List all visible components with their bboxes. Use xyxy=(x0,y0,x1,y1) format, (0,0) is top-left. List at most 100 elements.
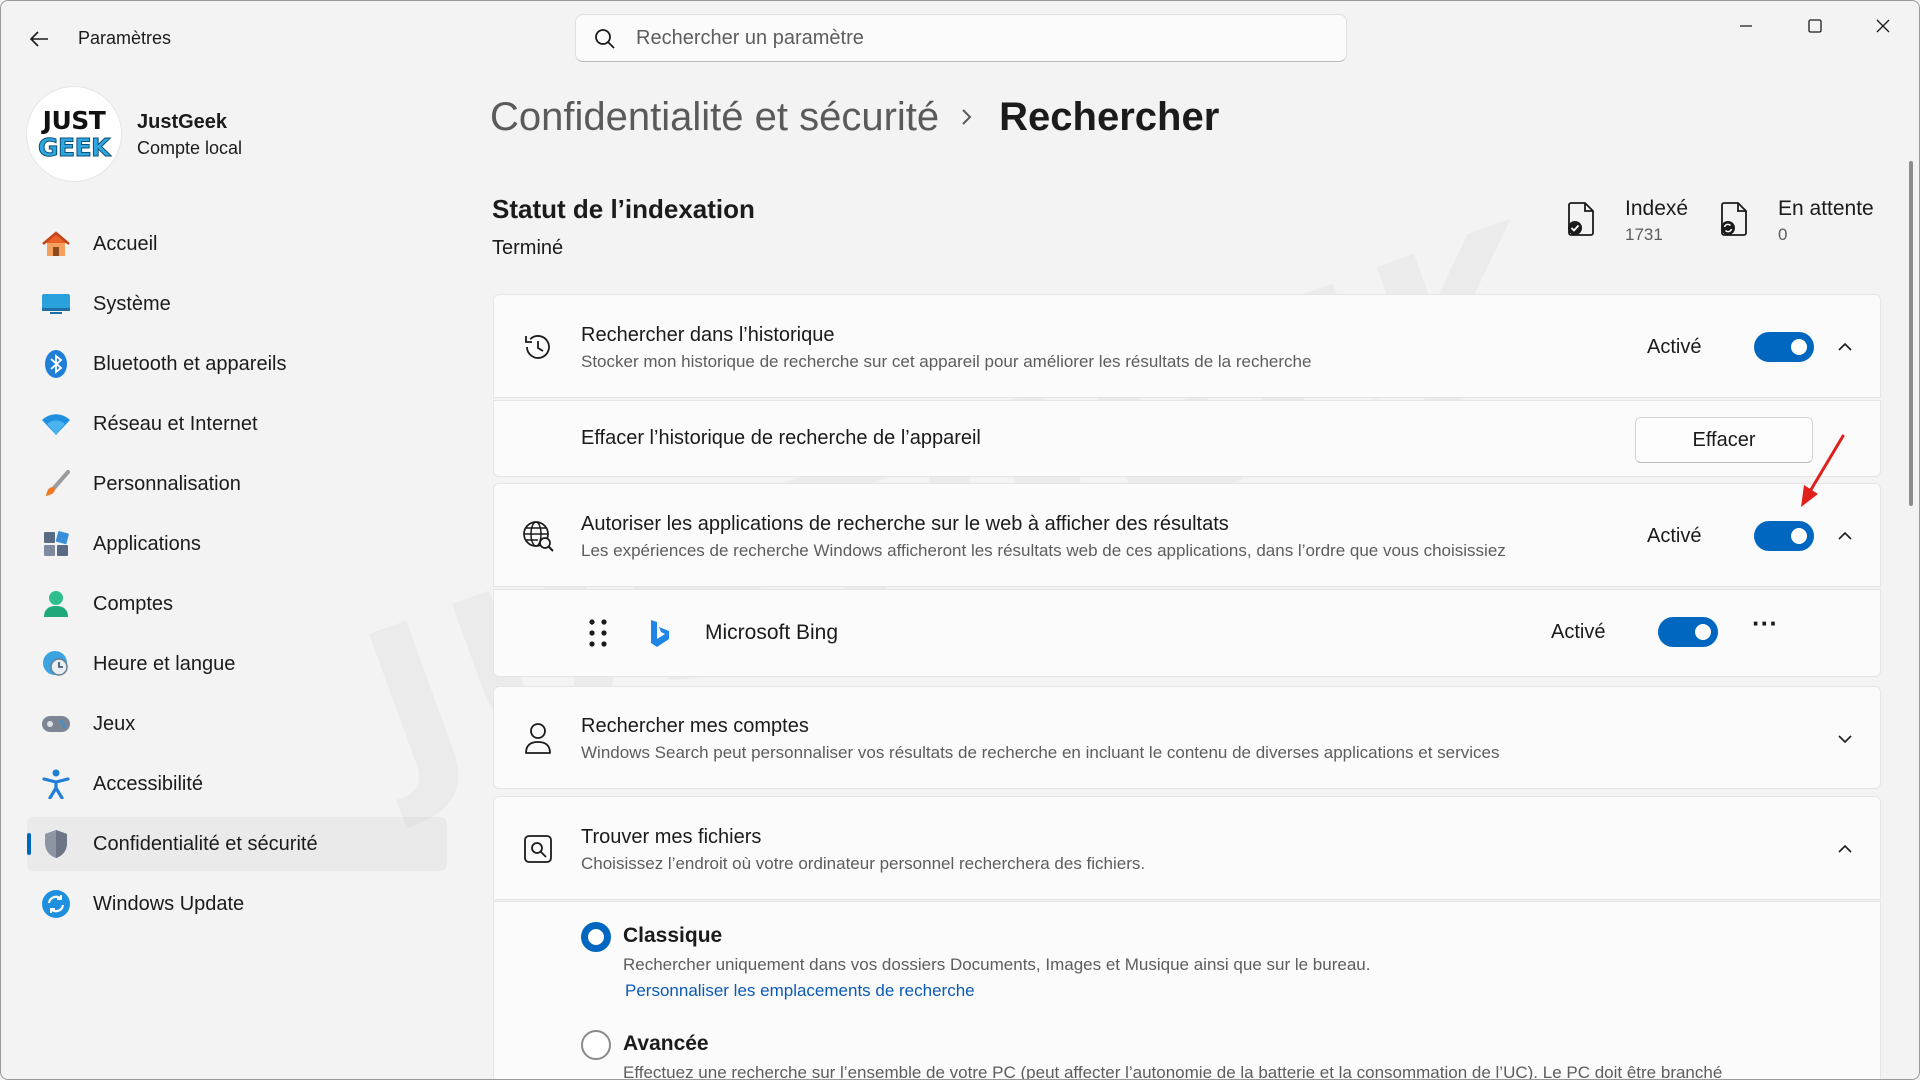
sidebar-item-applications[interactable]: Applications xyxy=(27,517,447,571)
drag-handle-icon[interactable] xyxy=(588,618,608,653)
history-description: Stocker mon historique de recherche sur … xyxy=(581,352,1312,371)
minimize-icon xyxy=(1740,25,1752,27)
sidebar-item-label: Heure et langue xyxy=(93,652,236,675)
folder-search-icon xyxy=(520,831,556,867)
history-state: Activé xyxy=(1647,336,1702,358)
toggle-knob xyxy=(1695,624,1711,640)
chevron-up-icon[interactable] xyxy=(1833,335,1857,359)
settings-window: Paramètres JUST GEEK JustGeek Compte loc… xyxy=(0,0,1920,1080)
maximize-icon xyxy=(1808,19,1822,33)
sidebar-item-label: Comptes xyxy=(93,592,174,615)
search-icon xyxy=(595,29,615,49)
radio-advanced[interactable] xyxy=(581,1030,611,1060)
search-mode-options: Classique Rechercher uniquement dans vos… xyxy=(493,901,1881,1080)
document-check-icon xyxy=(1568,202,1594,236)
indexed-label: Indexé xyxy=(1625,197,1689,220)
accounts-description: Windows Search peut personnaliser vos ré… xyxy=(581,743,1500,762)
sidebar-item-label: Jeux xyxy=(93,712,136,735)
breadcrumb-parent[interactable]: Confidentialité et sécurité xyxy=(490,95,939,140)
web-results-card[interactable]: Autoriser les applications de recherche … xyxy=(493,483,1881,587)
bing-logo-icon xyxy=(649,618,671,653)
accounts-title: Rechercher mes comptes xyxy=(581,715,809,737)
search-box[interactable] xyxy=(575,14,1347,62)
back-arrow-icon xyxy=(29,31,48,47)
customize-locations-link[interactable]: Personnaliser les emplacements de recher… xyxy=(625,981,975,1001)
chevron-up-icon[interactable] xyxy=(1833,837,1857,861)
accessibility-icon xyxy=(41,769,71,799)
system-icon xyxy=(41,290,71,318)
profile-account-type: Compte local xyxy=(137,138,243,158)
sidebar-item-heure[interactable]: Heure et langue xyxy=(27,637,447,691)
scrollbar[interactable] xyxy=(1909,161,1913,506)
indexed-value: 1731 xyxy=(1625,225,1663,244)
bing-toggle[interactable] xyxy=(1658,617,1718,647)
sidebar-item-systeme[interactable]: Système xyxy=(27,277,447,331)
avatar: JUST GEEK xyxy=(27,87,121,181)
shield-icon xyxy=(41,830,71,858)
app-title: Paramètres xyxy=(78,28,172,48)
sidebar-item-label: Accessibilité xyxy=(93,772,204,795)
apps-icon xyxy=(41,530,71,558)
bing-state: Activé xyxy=(1551,621,1606,643)
clear-history-card: Effacer l’historique de recherche de l’a… xyxy=(493,400,1881,477)
clear-history-title: Effacer l’historique de recherche de l’a… xyxy=(581,427,981,449)
web-results-toggle[interactable] xyxy=(1754,521,1814,551)
sidebar-item-label: Personnalisation xyxy=(93,472,241,495)
toggle-knob xyxy=(1791,528,1807,544)
chevron-right-icon xyxy=(961,107,973,127)
sidebar-item-bluetooth[interactable]: Bluetooth et appareils xyxy=(27,337,447,391)
history-toggle[interactable] xyxy=(1754,332,1814,362)
clear-history-button[interactable]: Effacer xyxy=(1635,417,1813,463)
history-icon xyxy=(520,329,556,365)
logo-line-1: JUST xyxy=(42,106,106,135)
globe-search-icon xyxy=(520,518,556,554)
globe-clock-icon xyxy=(41,650,71,678)
sidebar-item-accueil[interactable]: Accueil xyxy=(27,217,447,271)
home-icon xyxy=(41,230,71,258)
sidebar-item-confidentialite[interactable]: Confidentialité et sécurité xyxy=(27,817,447,871)
search-input[interactable] xyxy=(636,23,1316,53)
document-sync-icon xyxy=(1721,202,1747,236)
web-results-state: Activé xyxy=(1647,525,1702,547)
history-title: Rechercher dans l’historique xyxy=(581,324,835,346)
sidebar-item-personnalisation[interactable]: Personnalisation xyxy=(27,457,447,511)
bluetooth-icon xyxy=(41,350,71,378)
find-files-card[interactable]: Trouver mes fichiers Choisissez l’endroi… xyxy=(493,796,1881,900)
pending-value: 0 xyxy=(1778,225,1788,244)
sidebar-item-label: Applications xyxy=(93,532,201,555)
sidebar-item-windows-update[interactable]: Windows Update xyxy=(27,877,447,931)
classic-title: Classique xyxy=(623,924,723,947)
sidebar-nav: Accueil Système Bluetooth et appareils R… xyxy=(27,217,447,937)
search-history-card[interactable]: Rechercher dans l’historique Stocker mon… xyxy=(493,294,1881,398)
sidebar-item-comptes[interactable]: Comptes xyxy=(27,577,447,631)
more-options-icon[interactable]: ··· xyxy=(1752,608,1778,639)
sidebar-item-label: Réseau et Internet xyxy=(93,412,258,435)
find-files-title: Trouver mes fichiers xyxy=(581,826,762,848)
person-outline-icon xyxy=(520,720,556,756)
gamepad-icon xyxy=(41,710,71,738)
chevron-up-icon[interactable] xyxy=(1833,524,1857,548)
update-icon xyxy=(41,890,71,918)
sidebar-item-jeux[interactable]: Jeux xyxy=(27,697,447,751)
breadcrumb: Confidentialité et sécurité Rechercher xyxy=(490,89,1219,145)
back-button[interactable] xyxy=(23,23,55,55)
close-button[interactable] xyxy=(1853,9,1913,43)
page-title: Rechercher xyxy=(999,94,1220,139)
search-accounts-card[interactable]: Rechercher mes comptes Windows Search pe… xyxy=(493,686,1881,789)
wifi-icon xyxy=(41,410,71,438)
sidebar-item-label: Bluetooth et appareils xyxy=(93,352,287,375)
profile-name: JustGeek xyxy=(137,111,228,133)
active-indicator xyxy=(27,833,31,855)
minimize-button[interactable] xyxy=(1716,9,1776,43)
sidebar-item-reseau[interactable]: Réseau et Internet xyxy=(27,397,447,451)
web-results-description: Les expériences de recherche Windows aff… xyxy=(581,541,1506,560)
chevron-down-icon[interactable] xyxy=(1833,727,1857,751)
advanced-description: Effectuez une recherche sur l’ensemble d… xyxy=(623,1063,1723,1080)
radio-classic[interactable] xyxy=(581,922,611,952)
sidebar-item-label: Accueil xyxy=(93,232,158,255)
user-profile[interactable]: JUST GEEK JustGeek Compte local xyxy=(27,87,427,181)
sidebar-item-accessibilite[interactable]: Accessibilité xyxy=(27,757,447,811)
maximize-button[interactable] xyxy=(1785,9,1845,43)
sidebar-item-label: Système xyxy=(93,292,171,315)
logo-line-2: GEEK xyxy=(37,133,111,162)
